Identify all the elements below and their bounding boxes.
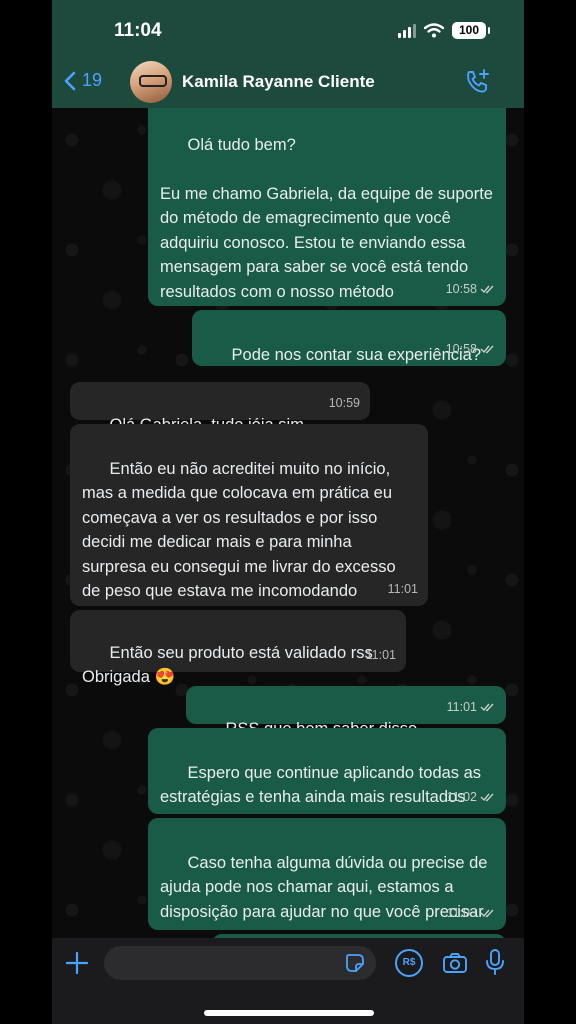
double-check-icon: [480, 703, 494, 712]
message-time: 10:59: [328, 395, 360, 410]
signal-icon: [398, 23, 416, 38]
message-time: 10:58: [445, 341, 477, 356]
message-meta: 11:03: [447, 901, 496, 926]
message-meta: 11:01: [366, 643, 396, 668]
wifi-icon: [424, 23, 444, 38]
message-list[interactable]: Olá tudo bem? Eu me chamo Gabriela, da e…: [52, 100, 524, 954]
double-check-icon: [480, 793, 494, 802]
chevron-left-icon: [64, 71, 76, 90]
message-text: Então seu produto está validado rss Obri…: [82, 643, 378, 687]
unread-count: 19: [82, 70, 103, 90]
message-meta: 10:58: [446, 277, 496, 302]
message-meta: 10:58: [446, 337, 496, 362]
message-meta: 11:01: [447, 695, 496, 720]
status-time: 11:04: [114, 20, 162, 41]
sticker-icon[interactable]: [344, 952, 366, 974]
message-meta: 10:59: [329, 391, 360, 416]
message-bubble-outgoing[interactable]: RSS que bom saber disso 11:01: [186, 686, 506, 738]
message-time: 11:03: [446, 905, 477, 920]
back-button[interactable]: 19: [64, 70, 102, 91]
message-text: Espero que continue aplicando todas as e…: [160, 763, 486, 807]
message-bubble-outgoing[interactable]: Pode nos contar sua experiência? 10:58: [192, 310, 506, 366]
plus-icon[interactable]: [64, 950, 90, 976]
message-bubble-outgoing[interactable]: Espero que continue aplicando todas as e…: [148, 728, 506, 814]
double-check-icon: [480, 345, 494, 354]
message-text: Então eu não acreditei muito no início, …: [82, 459, 401, 601]
home-indicator: [204, 1010, 374, 1016]
message-time: 11:02: [446, 789, 477, 804]
camera-icon[interactable]: [442, 950, 468, 976]
phone-screen: 11:04 100 19 Kamila Rayanne Cliente Olá …: [52, 0, 524, 1024]
message-bubble-incoming[interactable]: Então seu produto está validado rss Obri…: [70, 610, 406, 686]
message-input-bar: R$: [52, 938, 524, 1024]
message-time: 11:01: [387, 581, 418, 596]
payment-icon[interactable]: R$: [395, 949, 423, 977]
message-bubble-outgoing[interactable]: Olá tudo bem? Eu me chamo Gabriela, da e…: [148, 100, 506, 306]
double-check-icon: [480, 909, 494, 918]
phone-plus-icon[interactable]: [464, 68, 492, 96]
battery-icon: 100: [452, 22, 490, 39]
message-meta: 11:01: [388, 577, 418, 602]
status-icons: 100: [398, 22, 490, 39]
message-time: 10:58: [445, 281, 477, 296]
message-bubble-incoming[interactable]: Olá Gabriela, tudo jóia sim 10:59: [70, 382, 370, 434]
chat-header: 11:04 100 19 Kamila Rayanne Cliente: [52, 0, 524, 108]
message-input[interactable]: [104, 946, 376, 980]
double-check-icon: [480, 285, 494, 294]
message-bubble-incoming[interactable]: Então eu não acreditei muito no início, …: [70, 424, 428, 606]
microphone-icon[interactable]: [484, 948, 506, 976]
message-text: Pode nos contar sua experiência?: [231, 345, 482, 364]
avatar[interactable]: [130, 61, 172, 103]
message-text: Caso tenha alguma dúvida ou precise de a…: [160, 853, 493, 921]
contact-name[interactable]: Kamila Rayanne Cliente: [182, 72, 375, 92]
message-meta: 11:02: [447, 785, 496, 810]
message-bubble-outgoing[interactable]: Caso tenha alguma dúvida ou precise de a…: [148, 818, 506, 930]
message-time: 11:01: [365, 647, 396, 662]
message-time: 11:01: [446, 699, 477, 714]
